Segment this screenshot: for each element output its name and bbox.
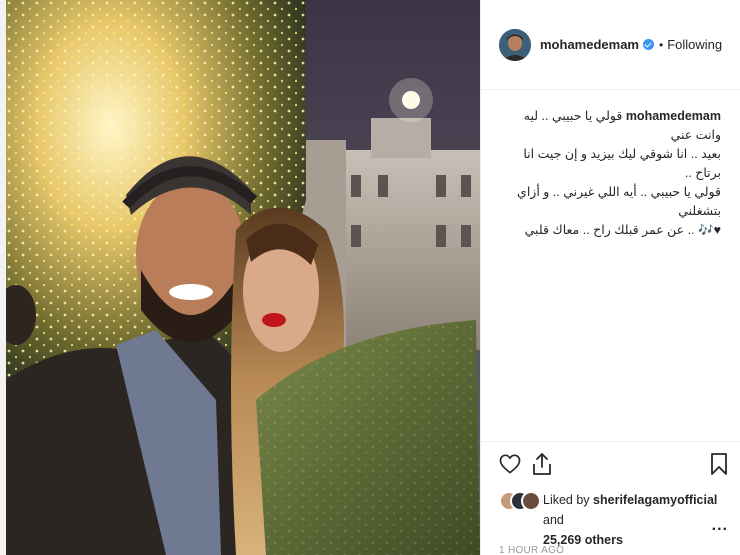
like-button[interactable] <box>497 449 523 479</box>
verified-badge-icon <box>642 39 654 50</box>
likes-and: and <box>543 513 564 527</box>
likes-prefix: Liked by <box>543 493 590 507</box>
post-timestamp[interactable]: 1 hour ago <box>499 545 564 555</box>
caption-username[interactable]: mohamedemam <box>626 109 721 123</box>
author-username[interactable]: mohamedemam <box>540 37 639 52</box>
likes-section: Liked by sherifelagamyofficial and 25,26… <box>497 489 732 547</box>
liker-avatars[interactable] <box>499 491 541 515</box>
post-caption: mohamedemam قولي يا حبيبي .. ليه وانت عن… <box>497 107 721 240</box>
post-actions <box>497 449 727 481</box>
caption-line-1: mohamedemam قولي يا حبيبي .. ليه وانت عن… <box>497 107 721 145</box>
liker-username[interactable]: sherifelagamyofficial <box>593 493 717 507</box>
more-options-button[interactable]: ... <box>712 517 728 535</box>
post-panel: mohamedemam • Following mohamedemam قولي… <box>480 0 740 555</box>
actions-divider <box>481 441 740 442</box>
share-button[interactable] <box>529 449 555 479</box>
post-header: mohamedemam • Following <box>481 0 740 90</box>
post-photo[interactable] <box>6 0 480 555</box>
likes-text: Liked by sherifelagamyofficial and 25,26… <box>543 490 732 550</box>
separator-dot: • <box>658 37 664 52</box>
caption-text-2: بعيد .. انا شوقي ليك بيزيد و إن جيت انا … <box>523 147 721 180</box>
post-photo-image <box>6 0 480 555</box>
follow-status[interactable]: Following <box>667 37 722 52</box>
heart-icon <box>499 454 521 474</box>
author-avatar[interactable] <box>499 28 531 61</box>
save-button[interactable] <box>706 449 732 479</box>
caption-text-4: ♥🎶 .. عن عمر قبلك راح .. معاك قلبي <box>524 223 721 237</box>
share-icon <box>533 453 551 475</box>
bookmark-icon <box>711 453 727 475</box>
avatar-image <box>499 28 531 61</box>
liker-avatar-3 <box>521 491 541 511</box>
caption-text-3: قولي يا حبيبي .. أيه اللي غيرني .. و أزا… <box>517 185 721 218</box>
